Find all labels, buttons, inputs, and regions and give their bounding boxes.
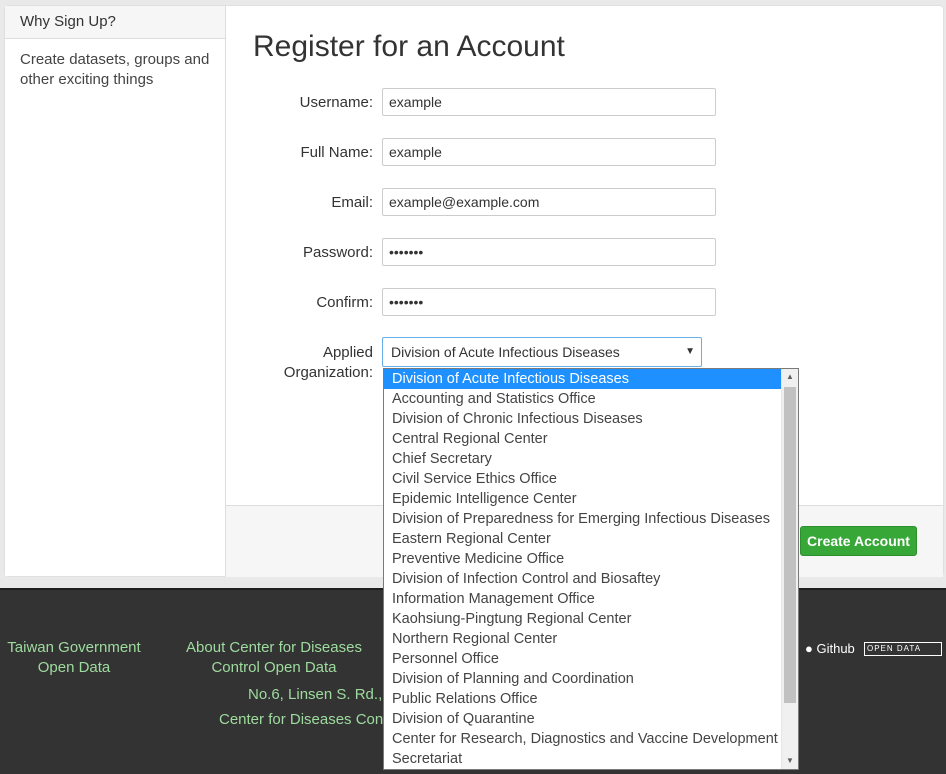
organization-label: Applied Organization:	[273, 343, 373, 383]
dropdown-option[interactable]: Center for Research, Diagnostics and Vac…	[384, 729, 782, 749]
email-label: Email:	[331, 194, 373, 211]
password-field[interactable]: •••••••	[382, 238, 716, 266]
sidebar-heading: Why Sign Up?	[5, 6, 225, 39]
footer-org-name: Center for Diseases Cont	[219, 711, 388, 728]
dropdown-option[interactable]: Preventive Medicine Office	[384, 549, 782, 569]
organization-label-text: Applied Organization:	[283, 344, 373, 381]
chevron-down-icon: ▼	[685, 346, 695, 357]
fullname-label: Full Name:	[300, 144, 373, 161]
dropdown-option[interactable]: Public Relations Office	[384, 689, 782, 709]
email-field[interactable]: example@example.com	[382, 188, 716, 216]
dropdown-option[interactable]: Epidemic Intelligence Center	[384, 489, 782, 509]
dropdown-scrollbar[interactable]: ▲ ▼	[781, 369, 798, 769]
organization-select-value: Division of Acute Infectious Diseases	[391, 344, 620, 360]
scrollbar-thumb[interactable]	[784, 387, 796, 703]
username-field[interactable]: example	[382, 88, 716, 116]
github-link[interactable]: ● Github	[805, 640, 855, 658]
username-label: Username:	[299, 94, 373, 111]
organization-dropdown-list[interactable]: Division of Acute Infectious Diseases Ac…	[383, 368, 799, 770]
dropdown-option[interactable]: Eastern Regional Center	[384, 529, 782, 549]
footer-link-about-cdc[interactable]: About Center for Diseases Control Open D…	[186, 638, 362, 678]
dropdown-option[interactable]: Northern Regional Center	[384, 629, 782, 649]
dropdown-option[interactable]: Division of Preparedness for Emerging In…	[384, 509, 782, 529]
footer-link-taiwan-open-data[interactable]: Taiwan Government Open Data	[4, 638, 144, 678]
organization-select[interactable]: Division of Acute Infectious Diseases ▼	[382, 337, 702, 367]
dropdown-option[interactable]: Civil Service Ethics Office	[384, 469, 782, 489]
open-data-badge[interactable]: OPEN DATA	[864, 642, 942, 656]
dropdown-option[interactable]: Kaohsiung-Pingtung Regional Center	[384, 609, 782, 629]
dropdown-option[interactable]: Personnel Office	[384, 649, 782, 669]
confirm-password-field[interactable]: •••••••	[382, 288, 716, 316]
confirm-label: Confirm:	[316, 294, 373, 311]
create-account-button[interactable]: Create Account	[800, 526, 917, 556]
footer-address: No.6, Linsen S. Rd., Z	[248, 686, 396, 703]
dropdown-option[interactable]: Division of Chronic Infectious Diseases	[384, 409, 782, 429]
page-title: Register for an Account	[253, 30, 565, 63]
dropdown-option[interactable]: Information Management Office	[384, 589, 782, 609]
dropdown-option[interactable]: Central Regional Center	[384, 429, 782, 449]
password-label: Password:	[302, 244, 373, 261]
sidebar-text: Create datasets, groups and other exciti…	[20, 51, 210, 88]
fullname-field[interactable]: example	[382, 138, 716, 166]
dropdown-option[interactable]: Secretariat	[384, 749, 782, 769]
dropdown-option[interactable]: Chief Secretary	[384, 449, 782, 469]
dropdown-option[interactable]: Division of Acute Infectious Diseases	[384, 369, 782, 389]
sidebar: Why Sign Up? Create datasets, groups and…	[5, 6, 226, 576]
dropdown-option[interactable]: Division of Planning and Coordination	[384, 669, 782, 689]
scroll-down-icon[interactable]: ▼	[782, 753, 798, 769]
dropdown-option[interactable]: Accounting and Statistics Office	[384, 389, 782, 409]
dropdown-option[interactable]: Division of Infection Control and Biosaf…	[384, 569, 782, 589]
github-icon: ●	[805, 641, 813, 656]
organization-options: Division of Acute Infectious Diseases Ac…	[384, 369, 782, 769]
dropdown-option[interactable]: Division of Quarantine	[384, 709, 782, 729]
github-label: Github	[816, 641, 855, 656]
scroll-up-icon[interactable]: ▲	[782, 369, 798, 385]
